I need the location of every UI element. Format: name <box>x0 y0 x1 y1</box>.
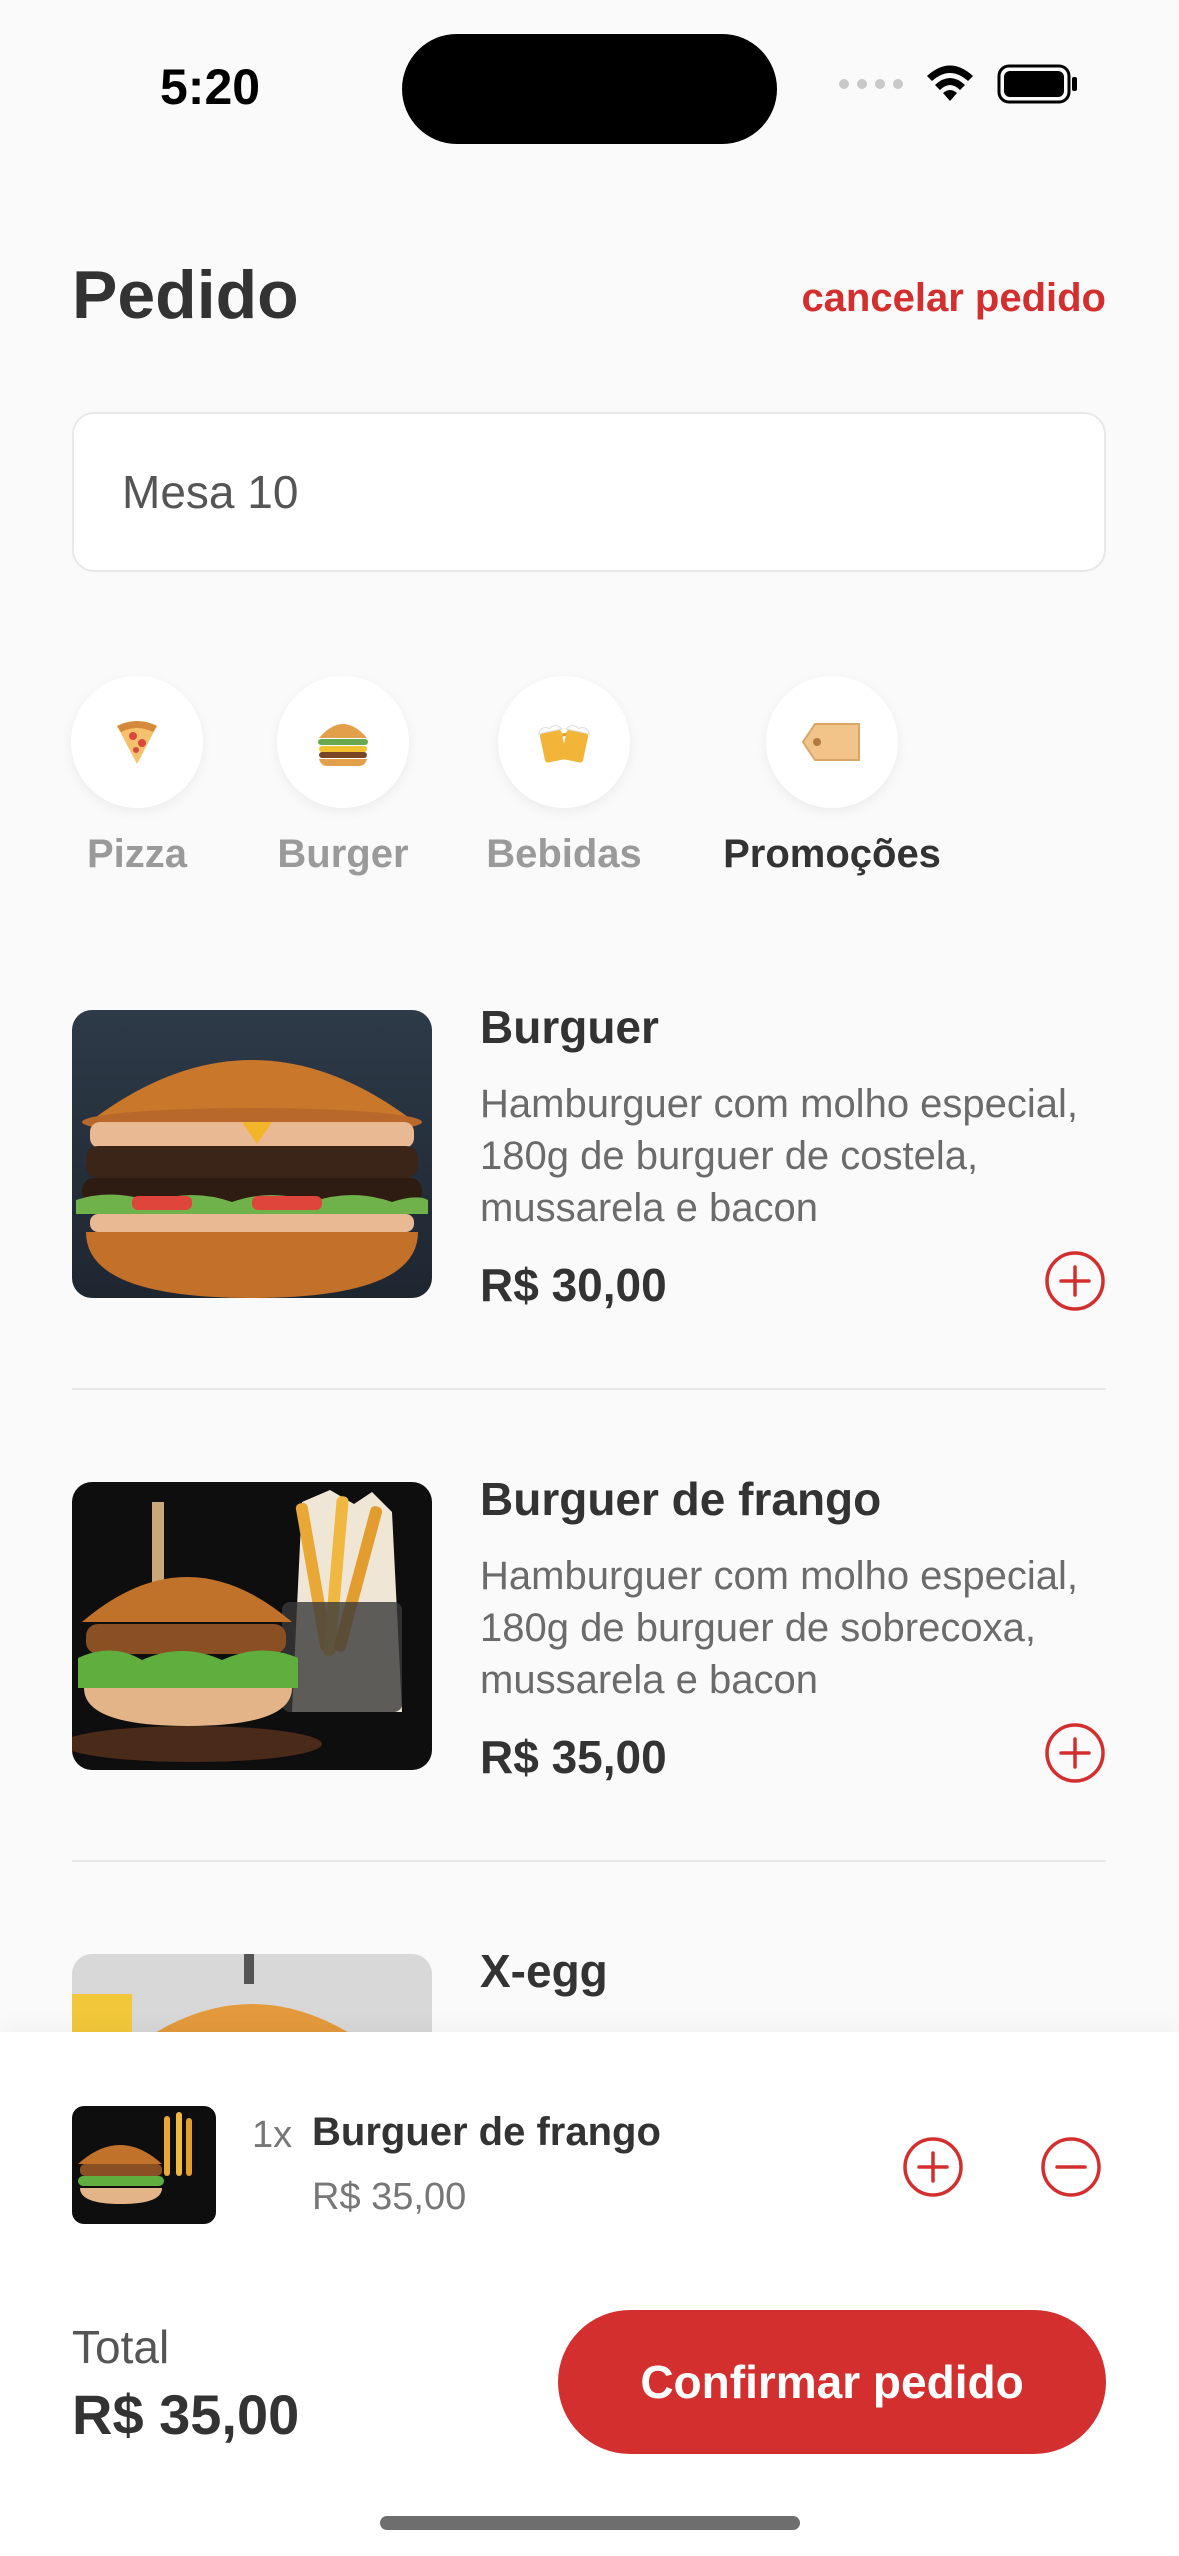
burger-icon <box>318 724 368 766</box>
tag-icon <box>801 723 860 761</box>
status-icons <box>839 64 1079 104</box>
divider <box>72 1860 1106 1862</box>
cart-item-quantity: 1x <box>252 2114 293 2156</box>
beer-icon <box>537 725 591 763</box>
item-name: Burguer <box>480 1001 659 1053</box>
total-label: Total <box>72 2321 170 2373</box>
cart-item-thumbnail <box>72 2106 216 2224</box>
cancel-order-button[interactable]: cancelar pedido <box>801 276 1106 321</box>
status-time: 5:20 <box>160 59 261 115</box>
item-description: Hamburguer com molho especial, 180g de b… <box>480 1554 1079 1702</box>
category-label: Promoções <box>723 832 941 876</box>
category-label: Pizza <box>86 832 188 876</box>
category-bebidas[interactable]: Bebidas <box>464 676 664 877</box>
pizza-icon <box>117 721 157 764</box>
confirm-order-button[interactable]: Confirmar pedido <box>558 2310 1106 2454</box>
item-name: Burguer de frango <box>480 1473 882 1525</box>
home-indicator <box>380 2516 800 2530</box>
menu-item[interactable]: Burguer de frango Hamburguer com molho e… <box>72 1473 1106 1784</box>
category-promocoes[interactable]: Promoções <box>723 676 941 877</box>
table-input[interactable] <box>72 412 1106 572</box>
add-item-button[interactable] <box>1044 1250 1106 1312</box>
category-pizza[interactable]: Pizza <box>37 676 237 877</box>
dynamic-island <box>402 34 777 144</box>
category-label: Bebidas <box>486 832 642 876</box>
page-title: Pedido <box>72 257 299 333</box>
cellular-signal-icon <box>839 79 903 89</box>
decrease-quantity-button[interactable] <box>1040 2136 1102 2198</box>
total-value: R$ 35,00 <box>72 2383 300 2446</box>
category-label: Burger <box>277 832 409 876</box>
order-summary-sheet: 1x Burguer de frango R$ 35,00 Total R$ 3… <box>0 2032 1179 2556</box>
burger-photo <box>72 1010 432 1298</box>
cart-item-price: R$ 35,00 <box>312 2176 467 2218</box>
increase-quantity-button[interactable] <box>902 2136 964 2198</box>
item-price: R$ 30,00 <box>480 1259 667 1311</box>
add-item-button[interactable] <box>1044 1722 1106 1784</box>
menu-item[interactable]: Burguer Hamburguer com molho especial, 1… <box>72 1001 1106 1312</box>
category-burger[interactable]: Burger <box>243 676 443 877</box>
item-name: X-egg <box>480 1945 608 1997</box>
cart-item-name: Burguer de frango <box>312 2110 661 2154</box>
chicken-burger-photo <box>72 1482 432 1770</box>
divider <box>72 1388 1106 1390</box>
battery-icon <box>997 64 1077 104</box>
item-description: Hamburguer com molho especial, 180g de b… <box>480 1082 1079 1230</box>
wifi-icon <box>927 65 973 101</box>
item-price: R$ 35,00 <box>480 1731 667 1783</box>
